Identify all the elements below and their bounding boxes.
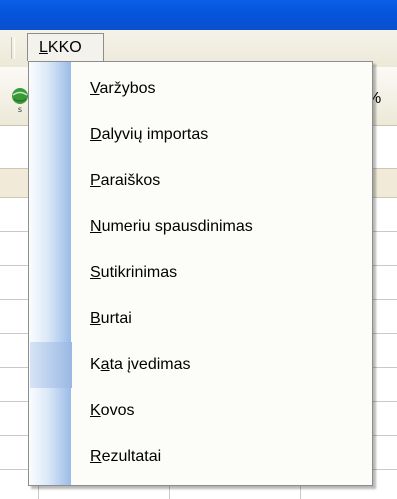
menu-item-accelerator: N — [90, 218, 102, 235]
title-bar — [0, 0, 397, 30]
menu-item-kata-įvedimas[interactable]: Kata įvedimas — [30, 342, 371, 388]
menu-item-paraiškos[interactable]: Paraiškos — [30, 158, 371, 204]
menu-item-label: Dalyvių importas — [90, 112, 208, 158]
menu-item-label-rest: alyvių importas — [101, 126, 209, 143]
menu-item-label: Rezultatai — [90, 434, 161, 480]
menu-item-label-rest: aržybos — [99, 80, 156, 97]
menu-item-accelerator: P — [90, 172, 101, 189]
menu-item-label: Varžybos — [90, 66, 156, 112]
menu-item-sutikrinimas[interactable]: Sutikrinimas — [30, 250, 371, 296]
menu-item-label-rest: ezultatai — [101, 448, 162, 465]
menu-item-label-prefix: K — [90, 356, 101, 373]
svg-text:s: s — [18, 105, 22, 114]
menubar-grip-handle[interactable] — [11, 37, 15, 59]
menu-item-label: Burtai — [90, 296, 132, 342]
menu-item-kovos[interactable]: Kovos — [30, 388, 371, 434]
menu-item-accelerator: a — [100, 356, 110, 373]
menu-item-accelerator: K — [90, 402, 101, 419]
menu-lkko-accel: L — [39, 39, 48, 56]
menu-item-label: Kata įvedimas — [90, 342, 191, 388]
menu-item-hover-highlight — [30, 342, 72, 388]
menu-item-accelerator: R — [90, 448, 102, 465]
menu-item-accelerator: S — [90, 264, 101, 281]
menu-item-rezultatai[interactable]: Rezultatai — [30, 434, 371, 480]
menu-item-label: Kovos — [90, 388, 134, 434]
menu-item-accelerator: D — [90, 126, 102, 143]
globe-icon[interactable]: s — [10, 86, 30, 114]
menu-item-label-rest: utikrinimas — [100, 264, 178, 281]
menu-item-label-rest: umeriu spausdinimas — [101, 218, 253, 235]
menu-item-label-rest: ovos — [100, 402, 135, 419]
lkko-dropdown-menu: Varžybos Dalyvių importas Paraiškos Numeriu… — [28, 61, 373, 486]
menu-item-label-rest: ta įvedimas — [109, 356, 191, 373]
menu-item-label: Numeriu spausdinimas — [90, 204, 253, 250]
menu-item-dalyvių-importas[interactable]: Dalyvių importas — [30, 112, 371, 158]
menu-item-label: Paraiškos — [90, 158, 160, 204]
menu-item-burtai[interactable]: Burtai — [30, 296, 371, 342]
menu-item-label-rest: urtai — [100, 310, 132, 327]
menu-lkko[interactable]: LKKO — [27, 33, 104, 61]
menu-lkko-rest: KKO — [47, 39, 82, 56]
menu-item-numeriu-spausdinimas[interactable]: Numeriu spausdinimas — [30, 204, 371, 250]
menu-item-varžybos[interactable]: Varžybos — [30, 66, 371, 112]
menu-item-accelerator: B — [90, 310, 101, 327]
menu-item-label: Sutikrinimas — [90, 250, 177, 296]
menu-item-label-rest: araiškos — [100, 172, 161, 189]
